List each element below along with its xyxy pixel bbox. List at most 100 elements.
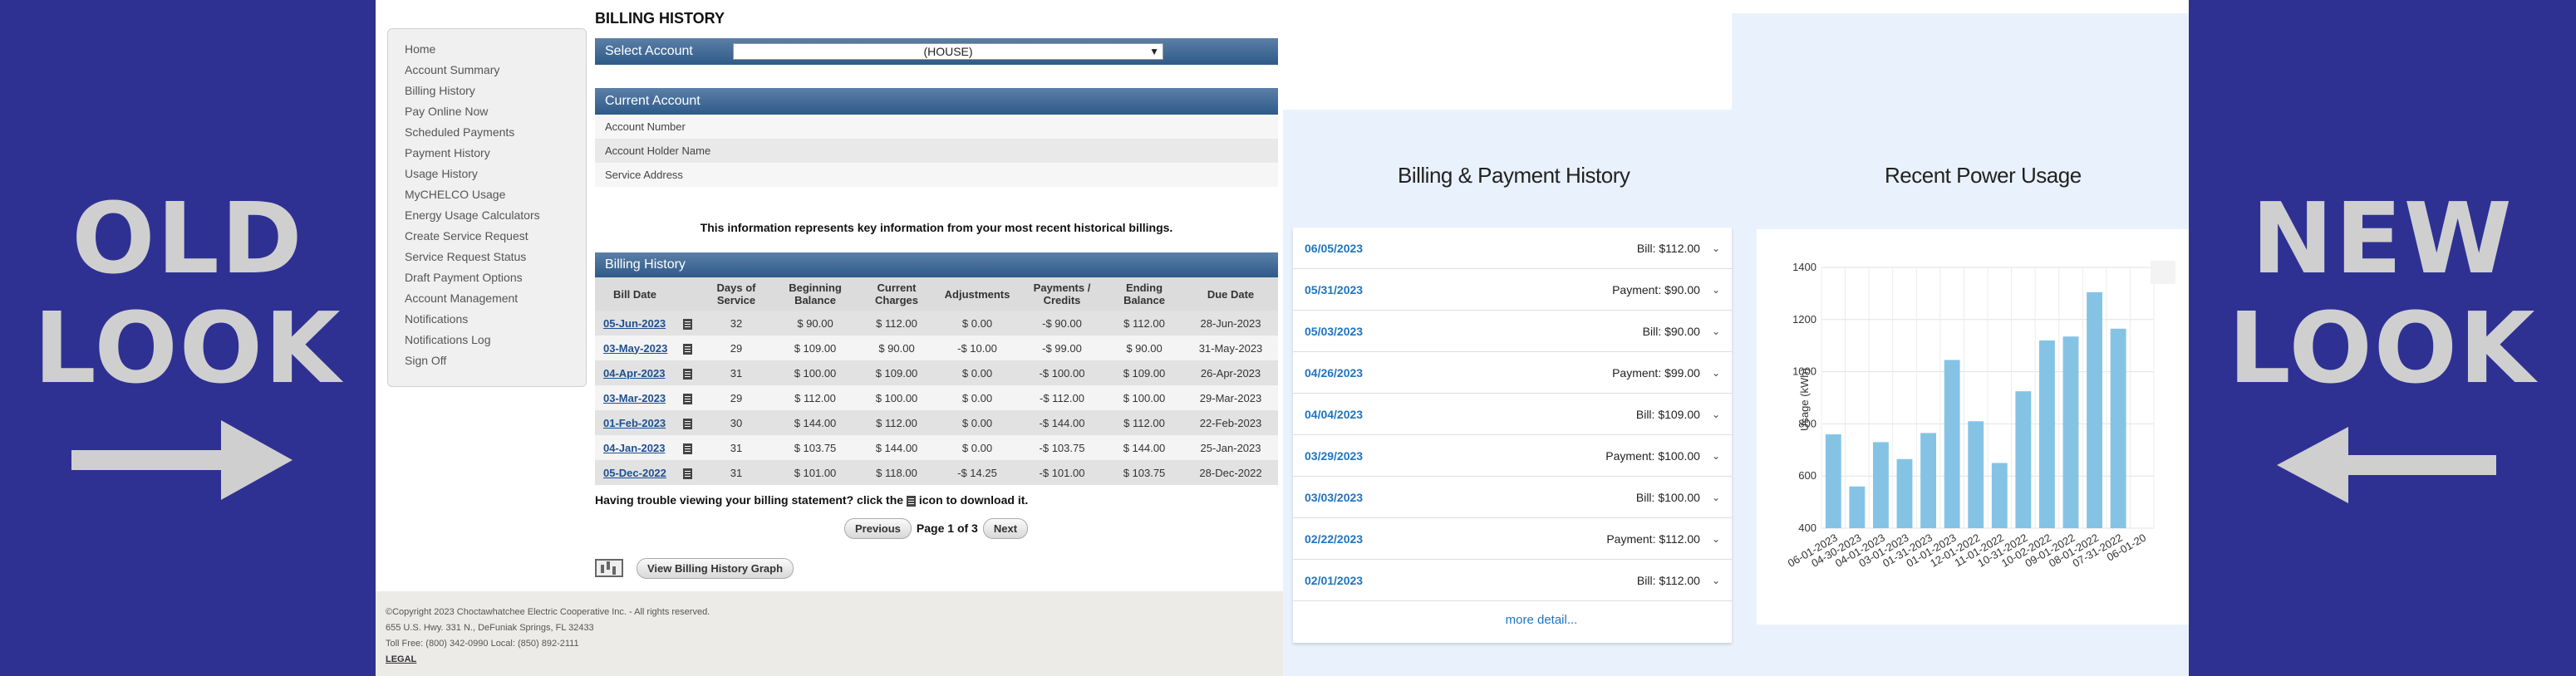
- chevron-down-icon[interactable]: ⌄: [1712, 242, 1720, 254]
- document-icon[interactable]: [682, 318, 692, 330]
- chevron-down-icon[interactable]: ⌄: [1712, 326, 1720, 337]
- new-look-banner: NEW LOOK: [2189, 0, 2576, 676]
- menu-item[interactable]: Payment History: [405, 143, 586, 164]
- history-date[interactable]: 05/31/2023: [1305, 283, 1612, 296]
- document-icon[interactable]: [682, 368, 692, 380]
- history-date[interactable]: 03/29/2023: [1305, 449, 1605, 463]
- history-date[interactable]: 06/05/2023: [1305, 242, 1637, 255]
- chevron-down-icon[interactable]: ⌄: [1712, 575, 1720, 586]
- chevron-down-icon[interactable]: ⌄: [1712, 367, 1720, 379]
- menu-item[interactable]: Sign Off: [405, 350, 586, 371]
- cell-adj: $ 0.00: [936, 385, 1019, 410]
- legal-link[interactable]: LEGAL: [386, 652, 1273, 668]
- previous-button[interactable]: Previous: [844, 517, 912, 539]
- more-detail-link[interactable]: more detail...: [1293, 601, 1732, 627]
- new-look-panel: Billing & Payment History Recent Power U…: [1283, 0, 2189, 676]
- menu-item[interactable]: Account Management: [405, 288, 586, 309]
- history-date[interactable]: 03/03/2023: [1305, 491, 1636, 504]
- cell-days: 31: [700, 460, 773, 485]
- menu-item[interactable]: Home: [405, 39, 586, 60]
- history-amount: Payment: $90.00: [1612, 282, 1700, 296]
- bill-date-link[interactable]: 03-Mar-2023: [595, 385, 675, 410]
- table-row: 05-Jun-2023 32 $ 90.00 $ 112.00 $ 0.00 -$ 90.…: [595, 311, 1278, 336]
- trouble-text: Having trouble viewing your billing stat…: [595, 493, 1028, 507]
- chevron-down-icon[interactable]: ⌄: [1712, 409, 1720, 420]
- history-date[interactable]: 05/03/2023: [1305, 325, 1643, 338]
- menu-item[interactable]: Service Request Status: [405, 247, 586, 267]
- current-account-header: Current Account: [595, 88, 1278, 115]
- history-date[interactable]: 04/04/2023: [1305, 408, 1636, 421]
- col-bill-date: Bill Date: [595, 277, 675, 311]
- bill-date-link[interactable]: 04-Apr-2023: [595, 360, 675, 385]
- history-row[interactable]: 05/31/2023 Payment: $90.00 ⌄: [1293, 269, 1732, 311]
- cell-adj: $ 0.00: [936, 435, 1019, 460]
- history-date[interactable]: 02/22/2023: [1305, 532, 1606, 546]
- menu-item[interactable]: Account Summary: [405, 60, 586, 81]
- cell-end: $ 112.00: [1105, 410, 1183, 435]
- col-begin: Beginning Balance: [773, 277, 858, 311]
- history-row[interactable]: 04/04/2023 Bill: $109.00 ⌄: [1293, 394, 1732, 435]
- bill-date-link[interactable]: 04-Jan-2023: [595, 435, 675, 460]
- chevron-down-icon[interactable]: ⌄: [1712, 492, 1720, 503]
- cell-due: 26-Apr-2023: [1183, 360, 1278, 385]
- cell-adj: $ 0.00: [936, 410, 1019, 435]
- history-row[interactable]: 05/03/2023 Bill: $90.00 ⌄: [1293, 311, 1732, 352]
- history-date[interactable]: 02/01/2023: [1305, 574, 1637, 587]
- history-date[interactable]: 04/26/2023: [1305, 366, 1612, 380]
- view-graph-button[interactable]: View Billing History Graph: [637, 557, 794, 579]
- cell-days: 32: [700, 311, 773, 336]
- menu-item[interactable]: Billing History: [405, 81, 586, 101]
- document-icon[interactable]: [682, 443, 692, 454]
- history-row[interactable]: 02/01/2023 Bill: $112.00 ⌄: [1293, 560, 1732, 601]
- chevron-down-icon[interactable]: ⌄: [1712, 284, 1720, 296]
- menu-item[interactable]: MyCHELCO Usage: [405, 184, 586, 205]
- download-cell: [675, 410, 700, 435]
- document-icon[interactable]: [682, 418, 692, 429]
- history-row[interactable]: 03/03/2023 Bill: $100.00 ⌄: [1293, 477, 1732, 518]
- menu-item[interactable]: Pay Online Now: [405, 101, 586, 122]
- menu-item[interactable]: Energy Usage Calculators: [405, 205, 586, 226]
- history-row[interactable]: 02/22/2023 Payment: $112.00 ⌄: [1293, 518, 1732, 560]
- cell-begin: $ 103.75: [773, 435, 858, 460]
- download-cell: [675, 385, 700, 410]
- menu-item[interactable]: Scheduled Payments: [405, 122, 586, 143]
- cell-due: 25-Jan-2023: [1183, 435, 1278, 460]
- select-account-bar: Select Account (HOUSE) ▼: [595, 38, 1278, 65]
- bill-date-link[interactable]: 05-Jun-2023: [595, 311, 675, 336]
- bill-date-link[interactable]: 05-Dec-2022: [595, 460, 675, 485]
- history-amount: Payment: $112.00: [1606, 531, 1700, 546]
- download-cell: [675, 360, 700, 385]
- account-select[interactable]: (HOUSE) ▼: [733, 43, 1163, 60]
- document-icon[interactable]: [682, 468, 692, 479]
- menu-item[interactable]: Create Service Request: [405, 226, 586, 247]
- graph-icon[interactable]: [595, 559, 623, 577]
- menu-item[interactable]: Draft Payment Options: [405, 267, 586, 288]
- next-button[interactable]: Next: [982, 517, 1029, 539]
- cell-charges: $ 109.00: [858, 360, 936, 385]
- chevron-down-icon[interactable]: ⌄: [1712, 533, 1720, 545]
- bill-date-link[interactable]: 01-Feb-2023: [595, 410, 675, 435]
- menu-item[interactable]: Notifications Log: [405, 330, 586, 350]
- cell-end: $ 144.00: [1105, 435, 1183, 460]
- document-icon[interactable]: [682, 343, 692, 355]
- history-row[interactable]: 03/29/2023 Payment: $100.00 ⌄: [1293, 435, 1732, 477]
- old-look-banner: OLD LOOK: [0, 0, 376, 676]
- chevron-down-icon[interactable]: ⌄: [1712, 450, 1720, 462]
- graph-row: View Billing History Graph: [595, 556, 794, 580]
- menu-item[interactable]: Usage History: [405, 164, 586, 184]
- cell-days: 29: [700, 385, 773, 410]
- history-row[interactable]: 04/26/2023 Payment: $99.00 ⌄: [1293, 352, 1732, 394]
- arrow-right-icon: [71, 420, 293, 500]
- usage-bar: [1968, 421, 1984, 528]
- history-row[interactable]: 06/05/2023 Bill: $112.00 ⌄: [1293, 228, 1732, 269]
- document-icon[interactable]: [682, 393, 692, 404]
- cell-pay: -$ 100.00: [1019, 360, 1105, 385]
- menu-item[interactable]: Notifications: [405, 309, 586, 330]
- chart-menu-icon[interactable]: [2151, 261, 2175, 284]
- bill-date-link[interactable]: 03-May-2023: [595, 336, 675, 360]
- cell-pay: -$ 99.00: [1019, 336, 1105, 360]
- col-adjustments: Adjustments: [936, 277, 1019, 311]
- cell-due: 28-Dec-2022: [1183, 460, 1278, 485]
- old-look-panel: Home Account Summary Billing History Pay On…: [376, 0, 1283, 676]
- billing-history-table: Bill Date Days of Service Beginning Bala…: [595, 277, 1278, 485]
